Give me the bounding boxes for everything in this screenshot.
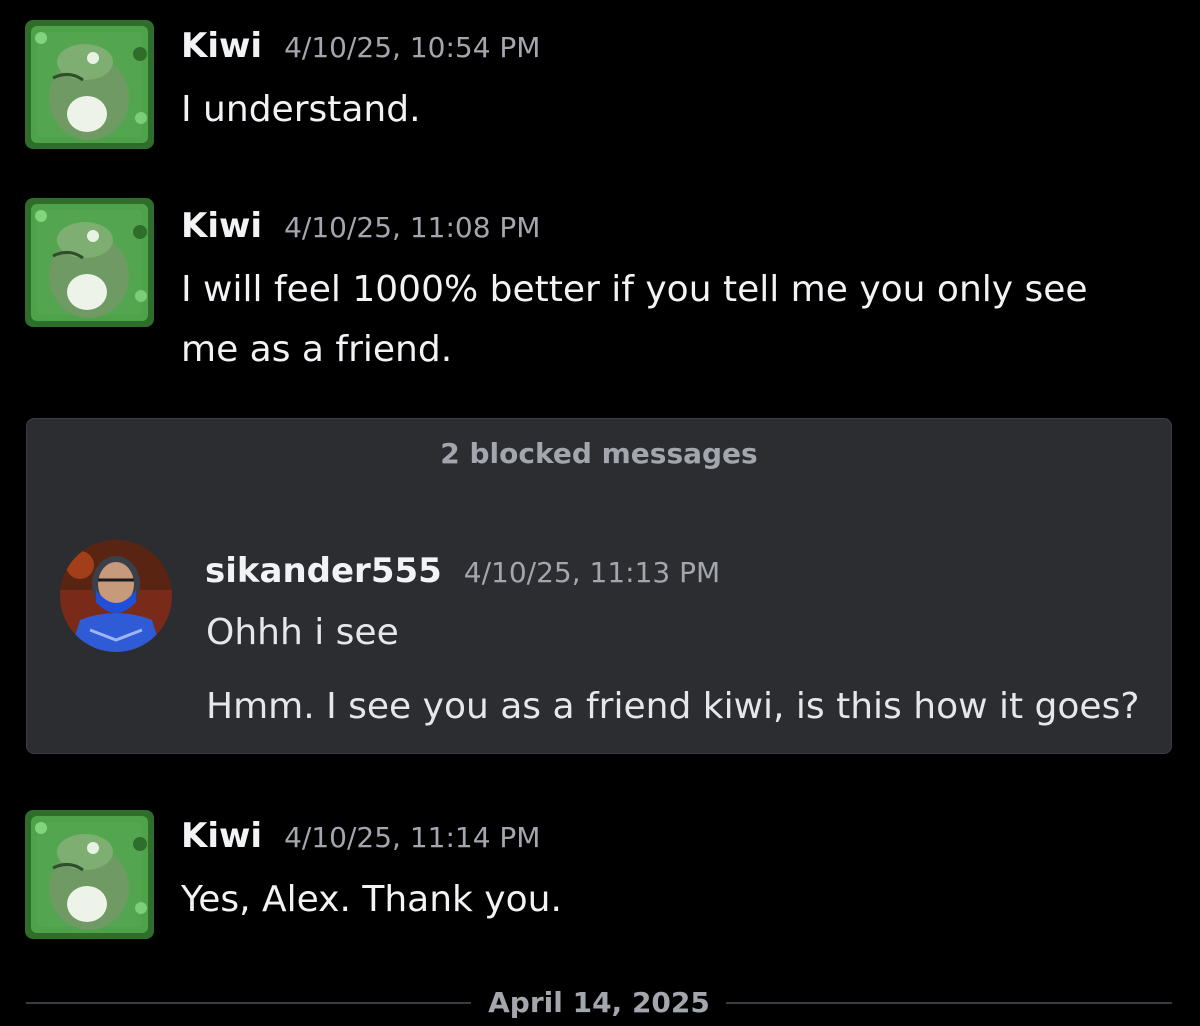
date-divider: April 14, 2025 [26,986,1172,1026]
message-line: me as a friend. [181,329,453,370]
message-line: I will feel 1000% better if you tell me … [181,269,1088,310]
message-header: Kiwi 4/10/25, 11:08 PM [181,206,540,250]
kiwi-avatar-icon[interactable] [23,18,156,151]
message-header: Kiwi 4/10/25, 11:14 PM [181,816,540,860]
kiwi-avatar-icon[interactable] [23,196,156,329]
username[interactable]: Kiwi [181,26,262,66]
message-line: I understand. [181,89,421,130]
blocked-messages-toggle[interactable]: 2 blocked messages [27,437,1171,470]
divider-line-right [726,1002,1172,1004]
blocked-message-line: Ohhh i see [206,612,399,653]
blocked-message-header: sikander555 4/10/25, 11:13 PM [205,551,720,591]
message-header: Kiwi 4/10/25, 10:54 PM [181,26,540,70]
kiwi-avatar-icon[interactable] [23,808,156,941]
blocked-message-line: Hmm. I see you as a friend kiwi, is this… [206,686,1140,727]
timestamp: 4/10/25, 11:08 PM [284,211,541,244]
message-line: Yes, Alex. Thank you. [181,879,562,920]
message-text: I understand. [181,80,1141,140]
username[interactable]: Kiwi [181,206,262,246]
sikander-avatar-icon[interactable] [60,540,172,652]
timestamp: 4/10/25, 10:54 PM [284,31,541,64]
message-text: I will feel 1000% better if you tell me … [181,260,1141,380]
username[interactable]: Kiwi [181,816,262,856]
blocked-messages-panel[interactable]: 2 blocked messages sikander555 4/10/25, … [26,418,1172,754]
message-text: Yes, Alex. Thank you. [181,870,1141,930]
timestamp: 4/10/25, 11:13 PM [463,556,721,589]
chat-log: Kiwi 4/10/25, 10:54 PM I understand. Kiw… [0,0,1200,1019]
timestamp: 4/10/25, 11:14 PM [284,821,541,854]
username[interactable]: sikander555 [205,551,442,591]
